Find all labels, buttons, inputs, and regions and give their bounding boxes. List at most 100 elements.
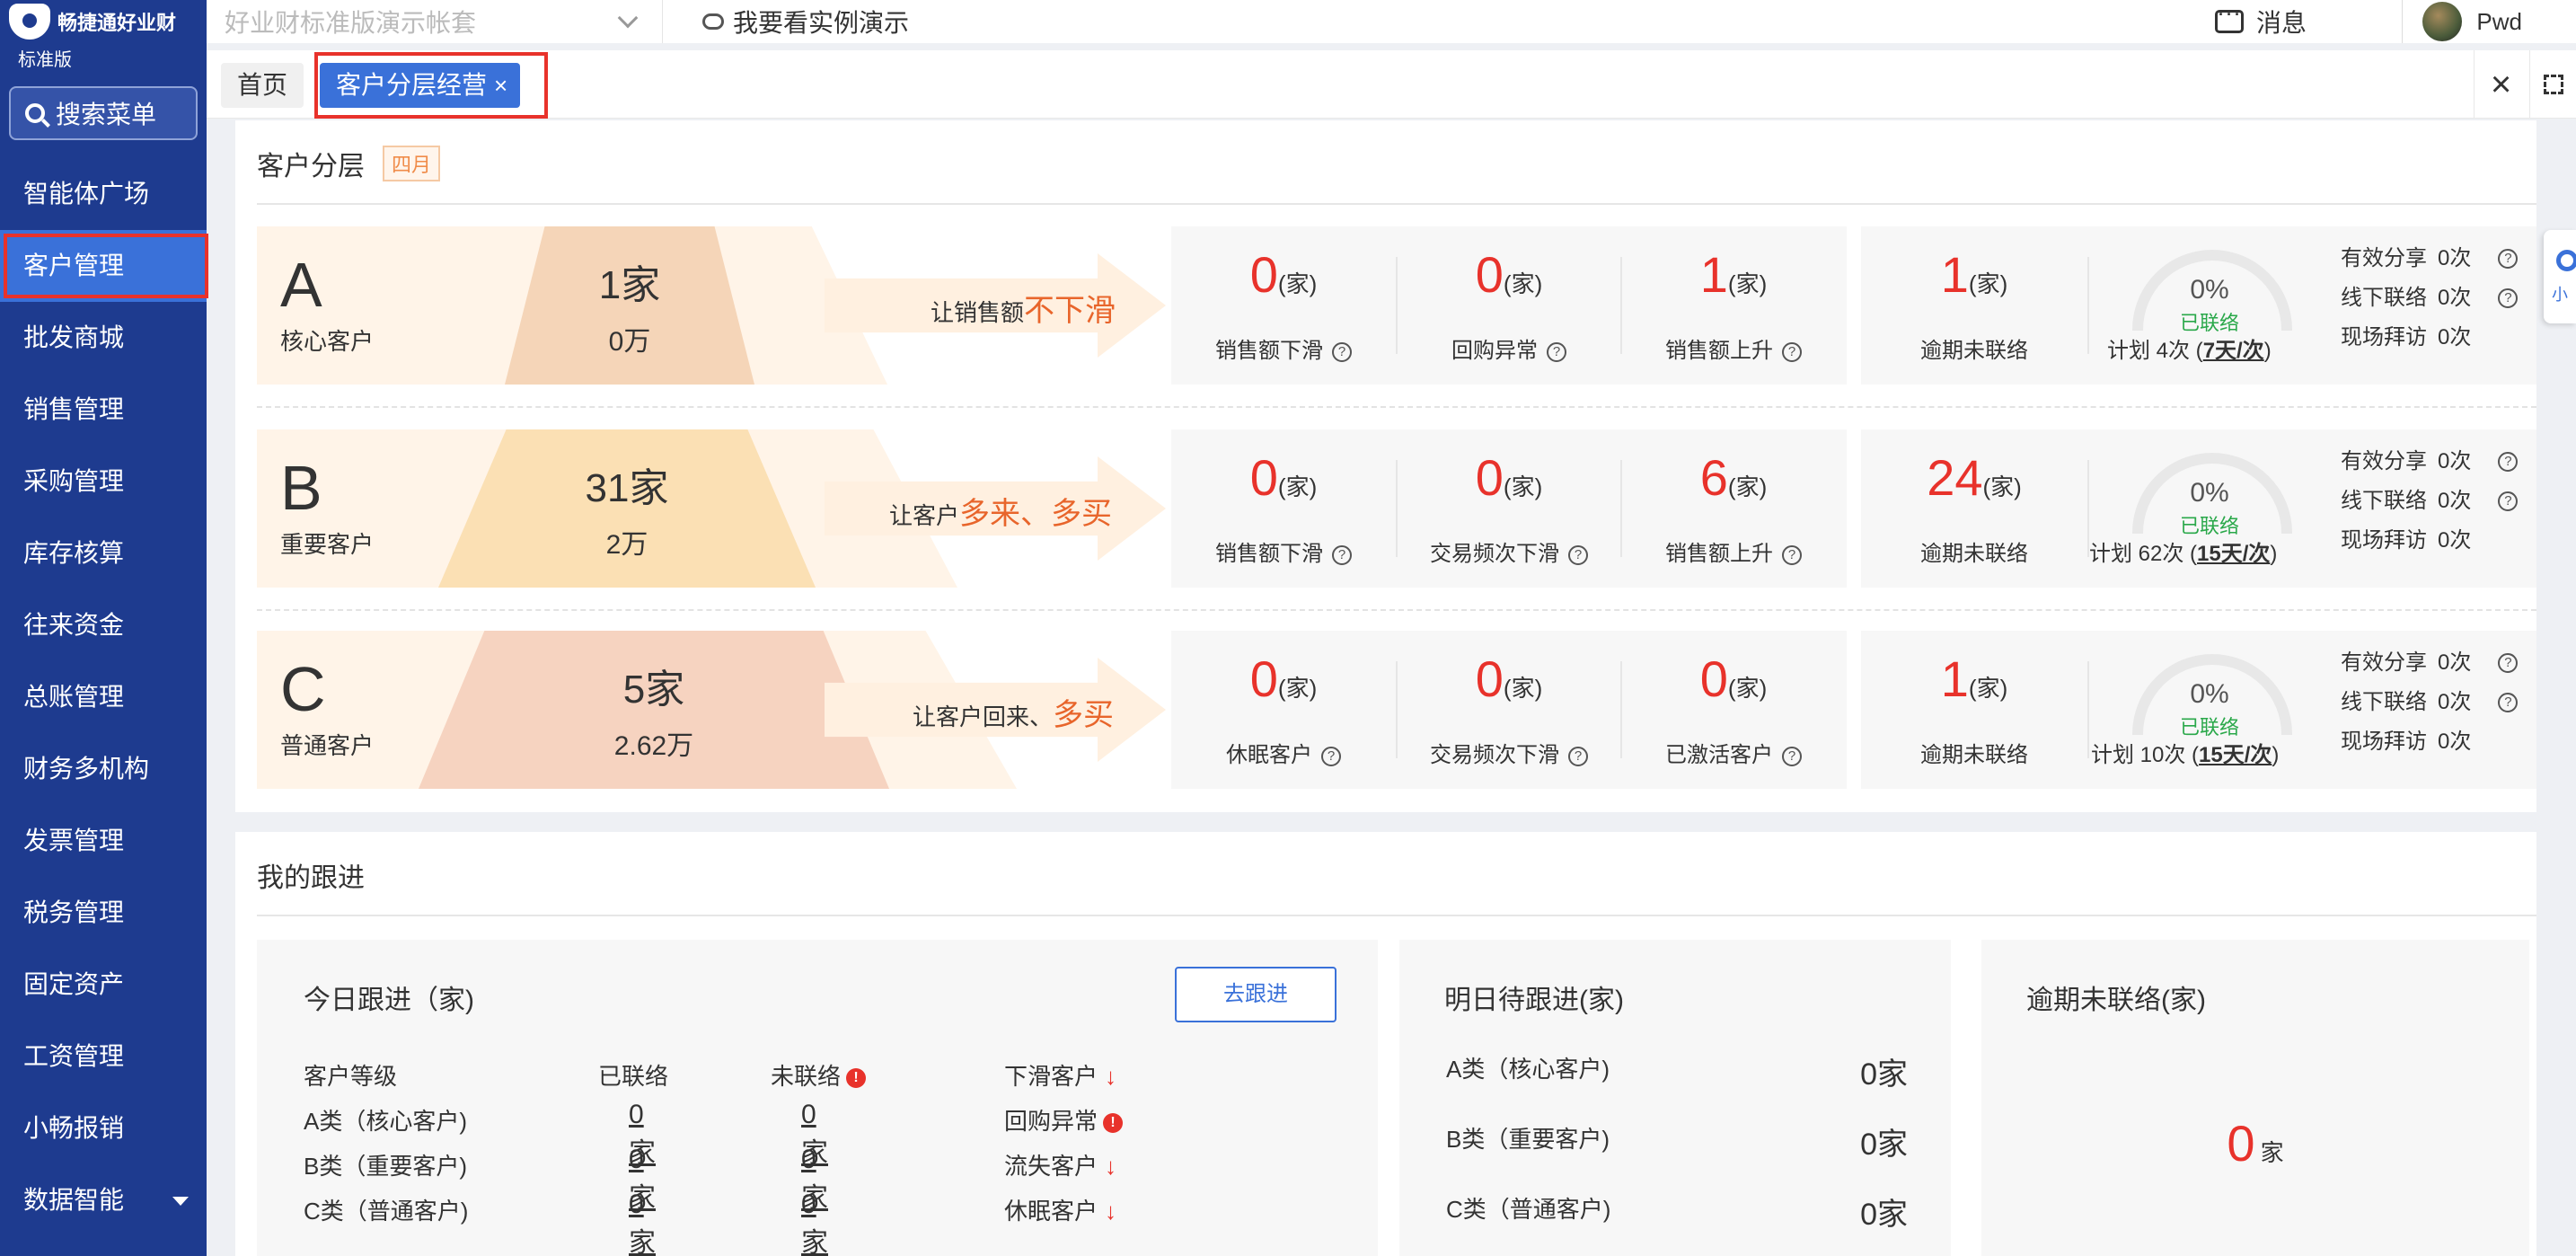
card-title: 明日待跟进(家) (1444, 986, 1624, 1015)
sidebar-item-inventory[interactable]: 库存核算 (0, 517, 207, 589)
sidebar-item-funds[interactable]: 往来资金 (0, 589, 207, 661)
arrow-down-icon: ↓ (1105, 1153, 1117, 1180)
help-icon[interactable]: ? (1568, 544, 1588, 565)
demo-icon (702, 13, 724, 30)
metric-item[interactable]: 0(家) 休眠客户? (1171, 631, 1396, 789)
tab-customer-tiering[interactable]: 客户分层经营 × (320, 63, 521, 108)
segmentation-title: 客户分层 四月 (257, 144, 441, 183)
overdue-label: 逾期未联络 (1920, 743, 2028, 767)
sidebar-item-sales[interactable]: 销售管理 (0, 374, 207, 446)
row-value: 0家 (1860, 1128, 1908, 1162)
month-badge: 四月 (383, 146, 441, 181)
help-icon[interactable]: ? (2498, 452, 2519, 472)
sidebar-item-multi-org[interactable]: 财务多机构 (0, 733, 207, 805)
metric-value: 0 (1249, 650, 1278, 707)
overdue-value: 1 (1940, 650, 1969, 707)
tier-summary[interactable]: 1家 0万 (505, 226, 754, 385)
tab-close-icon[interactable]: × (494, 72, 507, 99)
metric-label: 销售额上升 (1665, 339, 1773, 363)
overdue-value: 24 (1927, 449, 1983, 506)
help-icon[interactable]: ? (1547, 341, 1566, 362)
metric-item[interactable]: 0(家) 回购异常? (1396, 250, 1620, 363)
tier-metrics: 0(家) 销售额下滑? 0(家) 交易频次下滑? 6(家) 销售额上升? (1171, 429, 1847, 588)
metric-item[interactable]: 0(家) 交易频次下滑? (1396, 453, 1620, 566)
search-menu-button[interactable]: 搜索菜单 (9, 86, 198, 140)
metric-label: 交易频次下滑 (1430, 743, 1559, 767)
plan-frequency-link[interactable]: 7天/次 (2203, 339, 2264, 363)
help-icon[interactable]: ? (2498, 249, 2519, 269)
help-icon[interactable]: ? (1321, 746, 1341, 766)
help-icon[interactable]: ? (1332, 544, 1352, 565)
metric-item[interactable]: 0(家) 销售额下滑? (1171, 429, 1396, 588)
stat-label: 现场拜访 (2341, 730, 2427, 754)
help-icon[interactable]: ? (1782, 544, 1802, 565)
followup-panel: 我的跟进 今日跟进（家) 去跟进 客户等级 已联络 未联络! A类（核心客户) … (235, 832, 2536, 1256)
demo-link[interactable]: 我要看实例演示 (702, 4, 909, 40)
help-icon[interactable]: ? (1568, 746, 1588, 766)
sidebar-item-wholesale-mall[interactable]: 批发商城 (0, 302, 207, 374)
user-menu[interactable]: Pwd (2402, 0, 2522, 43)
overdue-total[interactable]: 0家 (1981, 1114, 2529, 1172)
app-edition: 标准版 (18, 50, 72, 70)
help-icon[interactable]: ? (1782, 746, 1802, 766)
go-followup-button[interactable]: 去跟进 (1175, 967, 1337, 1022)
sidebar-item-data-intelligence[interactable]: 数据智能 (0, 1164, 207, 1236)
help-icon[interactable]: ? (2498, 491, 2519, 511)
contacted-link[interactable]: 0家 (629, 1190, 656, 1256)
help-icon[interactable]: ? (2498, 693, 2519, 712)
help-icon[interactable]: ? (1332, 341, 1352, 362)
overdue-count: 0 (2227, 1115, 2255, 1172)
caret-down-icon (172, 1197, 189, 1206)
alert-icon: ! (846, 1068, 867, 1089)
metric-item[interactable]: 0(家) 交易频次下滑? (1396, 654, 1620, 767)
metric-item[interactable]: 1(家) 销售额上升? (1620, 250, 1845, 363)
overdue-metric[interactable]: 1(家) 逾期未联络 (1861, 226, 2087, 385)
top-bar: 好业财标准版演示帐套 我要看实例演示 消息 Pwd (207, 0, 2576, 43)
tier-summary[interactable]: 5家 2.62万 (419, 631, 889, 789)
plan-frequency-link[interactable]: 15天/次 (2197, 542, 2270, 566)
sidebar-item-payroll[interactable]: 工资管理 (0, 1021, 207, 1092)
sidebar-item-expense[interactable]: 小畅报销 (0, 1092, 207, 1164)
help-icon[interactable]: ? (2498, 653, 2519, 673)
sidebar-item-fixed-assets[interactable]: 固定资产 (0, 949, 207, 1021)
close-all-tabs-icon[interactable]: × (2474, 50, 2527, 119)
stat-label: 线下联络 (2341, 286, 2427, 310)
sidebar-item-tax[interactable]: 税务管理 (0, 877, 207, 949)
tomorrow-row: C类（普通客户) 0家 (1446, 1191, 1908, 1232)
tier-followup: 1(家) 逾期未联络 0% 已联络 计划 10次 (15天/次) 有效分享 0次?… (1861, 631, 2536, 789)
tier-b-row: B 重要客户 31家 2万 让客户多来、多买 0(家) 销售额下滑? 0(家) … (257, 429, 2536, 588)
overdue-label: 逾期未联络 (1920, 542, 2028, 566)
tier-metrics: 0(家) 销售额下滑? 0(家) 回购异常? 1(家) 销售额上升? (1171, 226, 1847, 385)
plan-frequency-link[interactable]: 15天/次 (2199, 743, 2272, 767)
overdue-metric[interactable]: 1(家) 逾期未联络 (1861, 631, 2087, 789)
assistant-float-tab[interactable]: 小 (2544, 230, 2576, 323)
metric-item[interactable]: 0(家) 已激活客户? (1620, 654, 1845, 767)
sidebar-item-invoice[interactable]: 发票管理 (0, 805, 207, 877)
tab-home[interactable]: 首页 (221, 63, 304, 108)
fullscreen-icon[interactable] (2529, 50, 2576, 119)
overdue-metric[interactable]: 24(家) 逾期未联络 (1861, 429, 2087, 588)
logo: 畅捷通好业财 标准版 (0, 0, 207, 72)
account-select[interactable]: 好业财标准版演示帐套 (207, 0, 663, 43)
gauge-percent: 0% (2190, 275, 2229, 305)
stat-value: 0次 (2438, 528, 2472, 553)
metric-item[interactable]: 0(家) 销售额下滑? (1171, 226, 1396, 385)
gauge-percent: 0% (2190, 679, 2229, 709)
metric-item[interactable]: 6(家) 销售额上升? (1620, 453, 1845, 566)
sidebar-item-agent-square[interactable]: 智能体广场 (0, 158, 207, 230)
not-contacted-link[interactable]: 0家 (801, 1190, 828, 1256)
risk-label: 下滑客户 ↓ (1004, 1063, 1117, 1090)
tomorrow-row: B类（重要客户) 0家 (1446, 1121, 1908, 1162)
help-icon[interactable]: ? (1782, 341, 1802, 362)
metric-value: 0 (1249, 246, 1278, 303)
messages-button[interactable]: 消息 (2214, 0, 2307, 43)
contact-plan: 计划 10次 (15天/次) (2091, 743, 2280, 767)
sidebar-item-general-ledger[interactable]: 总账管理 (0, 661, 207, 733)
sidebar-item-customer-management[interactable]: 客户管理 (0, 230, 208, 302)
alert-icon: ! (1103, 1113, 1124, 1134)
row-label: A类（核心客户) (1446, 1056, 1610, 1083)
overdue-card: 逾期未联络(家) 0家 (1981, 940, 2529, 1256)
sidebar-item-purchasing[interactable]: 采购管理 (0, 446, 207, 517)
help-icon[interactable]: ? (2498, 288, 2519, 308)
contact-plan: 计划 4次 (7天/次) (2107, 339, 2272, 363)
